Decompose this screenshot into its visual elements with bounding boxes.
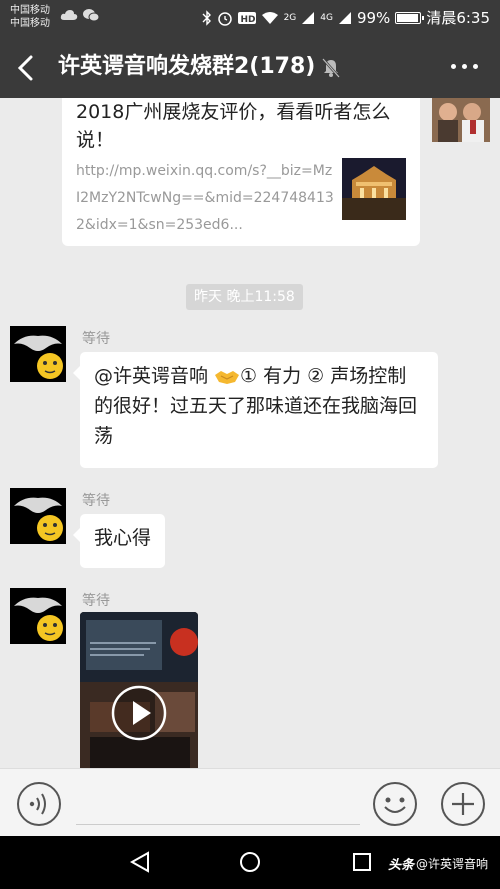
emoji-button[interactable] [372, 781, 418, 831]
hd-icon: HD [237, 11, 256, 25]
more-options-button[interactable] [451, 64, 478, 69]
signal-icon-1 [302, 11, 315, 24]
watermark: 头条 @许英谔音响 [388, 854, 488, 873]
chat-header: 许英谔音响发烧群2(178) [0, 38, 500, 98]
carrier-2: 中国移动 [10, 18, 50, 29]
nav-recent-apps-icon[interactable] [352, 852, 372, 872]
smiley-icon [373, 782, 417, 826]
sender-name: 等待 [82, 593, 110, 609]
message-input[interactable] [76, 781, 360, 825]
message-text: @许英谔音响 [94, 365, 215, 387]
video-message[interactable] [80, 612, 198, 768]
link-card[interactable]: 2018广州展烧友评价，看看听者怎么说！ http://mp.weixin.qq… [62, 98, 420, 246]
avatar[interactable] [10, 326, 66, 382]
message-text: 我心得 [94, 527, 152, 549]
battery-icon [395, 11, 425, 24]
voice-input-button[interactable] [16, 781, 62, 831]
voice-icon [17, 782, 61, 826]
wifi-icon [261, 11, 278, 24]
avatar[interactable] [10, 488, 66, 544]
sender-name: 等待 [82, 493, 110, 509]
alarm-icon [217, 11, 232, 26]
message-list[interactable]: 2018广州展烧友评价，看看听者怎么说！ http://mp.weixin.qq… [0, 98, 500, 768]
message-bubble[interactable]: @许英谔音响 ① 有力 ② 声场控制的很好！过五天了那味道还在我脑海回荡 [73, 352, 438, 468]
network-type-1: 2G [283, 12, 297, 23]
message-bubble[interactable]: 我心得 [72, 514, 166, 568]
avatar[interactable] [432, 98, 490, 142]
link-title: 2018广州展烧友评价，看看听者怎么说！ [76, 101, 391, 151]
add-attachment-button[interactable] [440, 781, 486, 831]
chat-title: 许英谔音响发烧群2(178) [58, 54, 316, 79]
signal-icon-2 [338, 11, 351, 24]
status-bar: 中国移动 中国移动 HD 2G 4G 99% 清晨6:35 [0, 0, 500, 38]
wechat-icon [83, 9, 100, 22]
avatar[interactable] [10, 588, 66, 644]
input-bar [0, 768, 500, 836]
watermark-handle: @许英谔音响 [415, 857, 488, 871]
nav-home-icon[interactable] [239, 851, 261, 873]
clock: 清晨6:35 [426, 9, 490, 27]
nav-back-icon[interactable] [128, 850, 152, 874]
battery-percent: 99% [356, 8, 391, 27]
link-url: http://mp.weixin.qq.com/s?__biz=MzI2MzY2… [76, 163, 334, 233]
bluetooth-icon [202, 9, 211, 26]
back-button[interactable] [12, 52, 42, 84]
sender-name: 等待 [82, 331, 110, 347]
plus-icon [441, 782, 485, 826]
watermark-brand: 头条 [387, 858, 414, 873]
network-type-2: 4G [320, 12, 333, 23]
cloud-icon [60, 10, 78, 20]
handshake-emoji-icon [215, 370, 240, 384]
chevron-left-icon [17, 55, 33, 81]
timestamp: 昨天 晚上11:58 [186, 284, 303, 310]
carrier-1: 中国移动 [10, 5, 50, 16]
play-icon[interactable] [110, 684, 168, 742]
system-nav-bar: 头条 @许英谔音响 [0, 836, 500, 889]
mute-bell-icon [322, 58, 340, 78]
carrier-labels: 中国移动 中国移动 [10, 4, 50, 30]
link-thumbnail [342, 158, 406, 220]
svg-text:HD: HD [240, 15, 255, 25]
